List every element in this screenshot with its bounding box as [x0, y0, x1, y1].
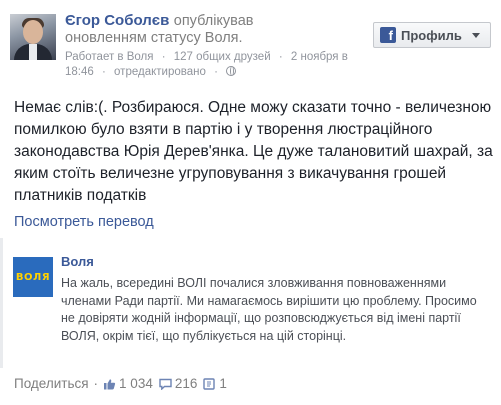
likes-count[interactable]: 1 034	[103, 376, 153, 391]
work-link[interactable]: Работает в Воля	[65, 51, 153, 63]
likes-value: 1 034	[119, 376, 153, 391]
share-icon	[203, 377, 216, 390]
shared-post[interactable]: ВОЛЯ Воля На жаль, всередині ВОЛІ почали…	[0, 238, 501, 368]
post-header: Єгор Соболєв опублікував оновленням стат…	[65, 12, 365, 80]
comments-count[interactable]: 216	[159, 376, 198, 391]
facebook-icon: f	[380, 27, 396, 43]
shared-post-text: На жаль, всередині ВОЛІ почалися зловжив…	[61, 276, 477, 343]
edited-label[interactable]: отредактировано	[114, 66, 206, 78]
status-update-link[interactable]: оновленням статусу Воля.	[65, 30, 365, 47]
author-avatar[interactable]	[10, 14, 56, 60]
globe-icon[interactable]	[226, 66, 237, 76]
see-translation-link[interactable]: Посмотреть перевод	[14, 214, 154, 230]
post-meta: Работает в Воля · 127 общих друзей · 2 н…	[65, 51, 348, 78]
thumbs-up-icon	[104, 378, 116, 389]
post-footer: Поделиться · 1 034 216 1	[14, 376, 227, 391]
reshares-count[interactable]: 1	[203, 376, 227, 391]
reshares-value: 1	[219, 376, 227, 391]
shared-page-name[interactable]: Воля	[61, 254, 94, 269]
comments-value: 216	[174, 376, 198, 391]
volya-logo[interactable]: ВОЛЯ	[13, 257, 53, 297]
avatar-face	[23, 20, 43, 44]
chevron-down-icon	[471, 32, 480, 38]
share-link[interactable]: Поделиться	[14, 376, 89, 391]
post-text: Немає слів:(. Розбираюся. Одне можу сказ…	[14, 99, 493, 204]
profile-button[interactable]: f Профиль	[373, 22, 491, 48]
profile-button-label: Профиль	[401, 27, 462, 43]
mutual-friends-link[interactable]: 127 общих друзей	[174, 51, 271, 63]
author-name[interactable]: Єгор Соболєв	[65, 12, 169, 29]
comment-icon	[159, 378, 172, 390]
volya-logo-text: ВОЛЯ	[15, 271, 51, 283]
avatar-shirt	[29, 44, 37, 60]
author-action: опублікував	[173, 13, 254, 29]
